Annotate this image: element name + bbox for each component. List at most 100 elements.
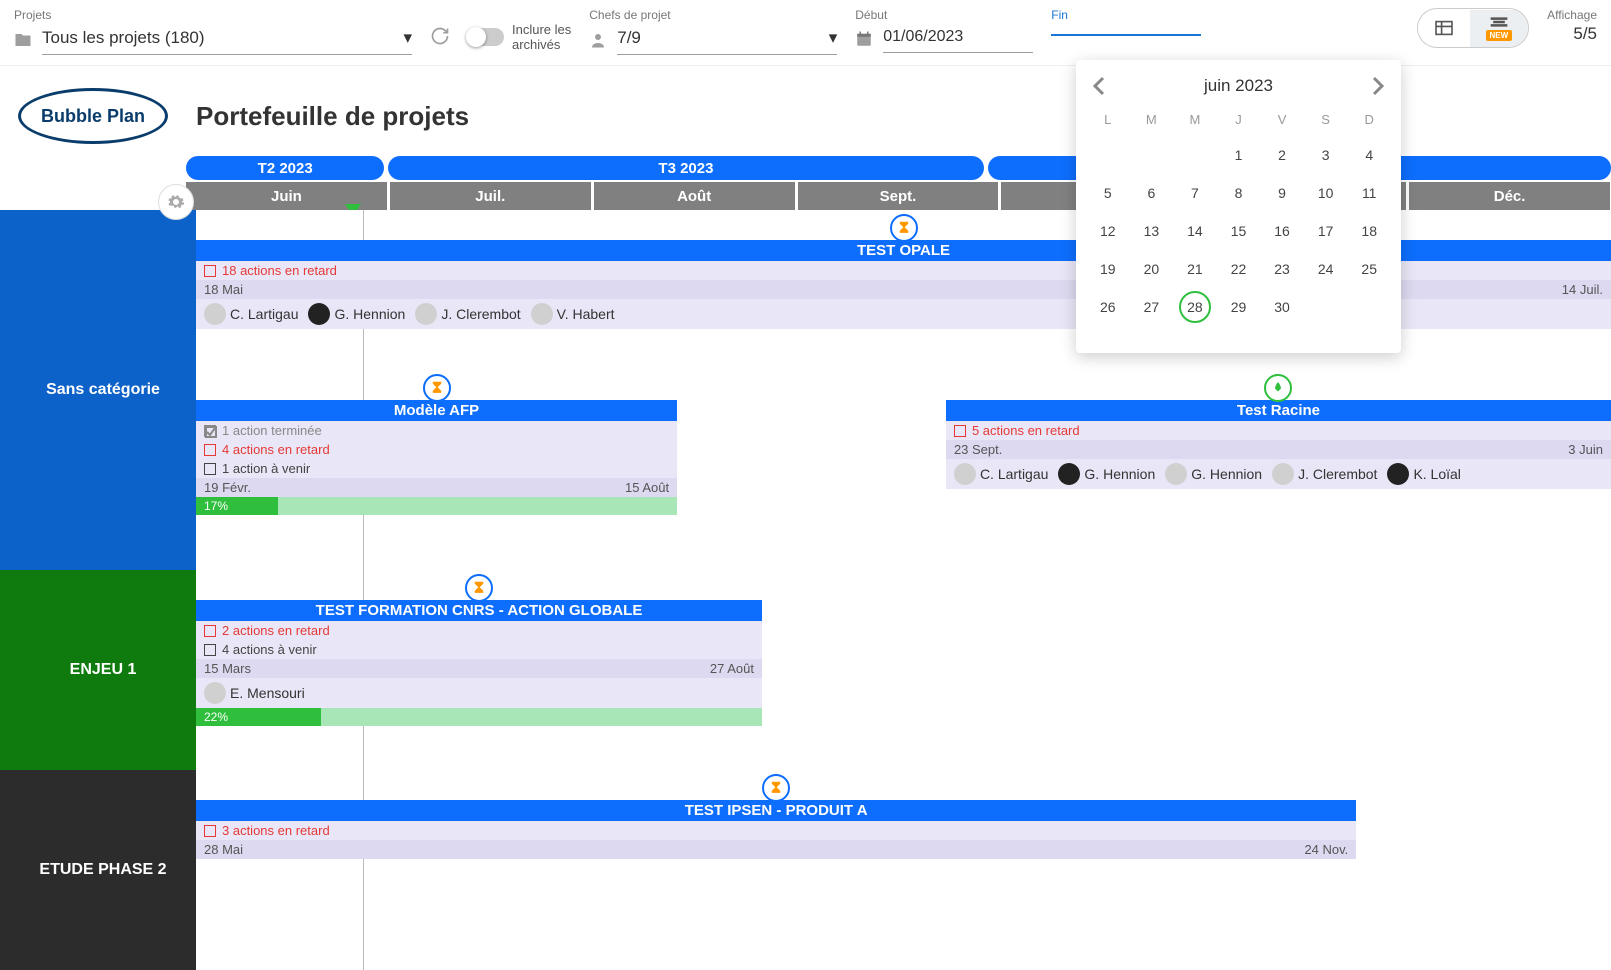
projects-select-value: Tous les projets (180)	[42, 28, 205, 48]
progress-bar: 22%	[196, 708, 762, 726]
project-status-line: 1 action terminée	[196, 421, 677, 440]
dp-day[interactable]: 2	[1260, 139, 1304, 171]
dp-day[interactable]: 8	[1217, 177, 1261, 209]
projects-filter-label: Projets	[14, 8, 412, 22]
dp-day[interactable]: 25	[1347, 253, 1391, 285]
dp-day[interactable]: 21	[1173, 253, 1217, 285]
folder-icon	[14, 31, 32, 49]
user-icon	[589, 31, 607, 49]
project-status-line: 4 actions à venir	[196, 640, 762, 659]
dp-dow: V	[1260, 106, 1304, 133]
end-date-input[interactable]	[1051, 24, 1201, 36]
project-dates: 15 Mars27 Août	[196, 659, 762, 678]
pm-filter: Chefs de projet 7/9 ▾	[589, 8, 837, 55]
view-toggle: NEW	[1417, 8, 1530, 48]
dp-dow: M	[1130, 106, 1174, 133]
rocket-icon	[1264, 374, 1292, 402]
project-bar[interactable]: TEST FORMATION CNRS - ACTION GLOBALE2 ac…	[196, 600, 762, 726]
dp-day[interactable]: 27	[1130, 291, 1174, 323]
start-date-input[interactable]: 01/06/2023	[883, 24, 1033, 53]
dp-day[interactable]: 19	[1086, 253, 1130, 285]
project-title: Modèle AFP	[196, 400, 677, 421]
datepicker: juin 2023 LMMJVSD12345678910111213141516…	[1076, 60, 1401, 353]
pm-filter-label: Chefs de projet	[589, 8, 837, 22]
avatar	[204, 682, 226, 704]
avatar	[1387, 463, 1409, 485]
project-bar[interactable]: Test Racine5 actions en retard23 Sept.3 …	[946, 400, 1611, 489]
start-date-filter: Début 01/06/2023	[855, 8, 1033, 53]
project-title: TEST IPSEN - PRODUIT A	[196, 800, 1356, 821]
dp-day[interactable]: 16	[1260, 215, 1304, 247]
timeline-view-button[interactable]: NEW	[1470, 10, 1529, 47]
dp-day[interactable]: 3	[1304, 139, 1348, 171]
project-status-line: 5 actions en retard	[946, 421, 1611, 440]
dp-day[interactable]: 10	[1304, 177, 1348, 209]
filter-bar: Projets Tous les projets (180) ▾ Inclure…	[0, 0, 1611, 66]
dp-day[interactable]: 17	[1304, 215, 1348, 247]
project-people: E. Mensouri	[196, 678, 762, 708]
person-name: E. Mensouri	[230, 685, 305, 701]
project-status-line: 1 action à venir	[196, 459, 677, 478]
start-date-label: Début	[855, 8, 1033, 22]
end-date-filter: Fin	[1051, 8, 1201, 36]
dp-prev-button[interactable]	[1092, 76, 1106, 96]
include-archived-toggle[interactable]: Inclure les archivés	[468, 8, 571, 52]
dp-day[interactable]: 11	[1347, 177, 1391, 209]
hourglass-icon	[762, 774, 790, 802]
quarter-header: T3 2023	[388, 156, 983, 180]
dp-day[interactable]: 20	[1130, 253, 1174, 285]
person-name: J. Clerembot	[1298, 466, 1377, 482]
person-name: G. Hennion	[1191, 466, 1262, 482]
dp-day[interactable]: 5	[1086, 177, 1130, 209]
dp-day[interactable]: 14	[1173, 215, 1217, 247]
avatar	[531, 303, 553, 325]
refresh-button[interactable]	[430, 8, 450, 46]
page-title: Portefeuille de projets	[196, 101, 469, 132]
category-label[interactable]: ENJEU 1	[10, 570, 196, 770]
dp-day[interactable]: 13	[1130, 215, 1174, 247]
category-label[interactable]: Sans catégorie	[10, 210, 196, 570]
hourglass-icon	[423, 374, 451, 402]
avatar	[1058, 463, 1080, 485]
dp-day[interactable]: 15	[1217, 215, 1261, 247]
avatar	[308, 303, 330, 325]
category-label[interactable]: ETUDE PHASE 2	[10, 770, 196, 970]
category-row: ETUDE PHASE 2TEST IPSEN - PRODUIT A3 act…	[0, 770, 1611, 970]
person-name: C. Lartigau	[980, 466, 1048, 482]
dp-day[interactable]: 29	[1217, 291, 1261, 323]
dp-day[interactable]: 18	[1347, 215, 1391, 247]
grid-view-button[interactable]	[1418, 14, 1470, 42]
dp-day[interactable]: 22	[1217, 253, 1261, 285]
progress-bar: 17%	[196, 497, 677, 515]
dp-next-button[interactable]	[1371, 76, 1385, 96]
dp-dow: S	[1304, 106, 1348, 133]
projects-filter: Projets Tous les projets (180) ▾	[14, 8, 412, 55]
project-status-line: 4 actions en retard	[196, 440, 677, 459]
avatar	[415, 303, 437, 325]
calendar-icon	[855, 30, 873, 48]
dp-day[interactable]: 28	[1179, 291, 1211, 323]
dp-day[interactable]: 4	[1347, 139, 1391, 171]
project-status-line: 3 actions en retard	[196, 821, 1356, 840]
avatar	[1272, 463, 1294, 485]
projects-select[interactable]: Tous les projets (180) ▾	[42, 24, 412, 55]
dp-day[interactable]: 6	[1130, 177, 1174, 209]
dp-day[interactable]: 1	[1217, 139, 1261, 171]
project-bar[interactable]: Modèle AFP1 action terminée4 actions en …	[196, 400, 677, 515]
display-value: 5/5	[1547, 24, 1597, 44]
pm-select[interactable]: 7/9 ▾	[617, 24, 837, 55]
project-bar[interactable]: TEST IPSEN - PRODUIT A3 actions en retar…	[196, 800, 1356, 859]
dp-day[interactable]: 12	[1086, 215, 1130, 247]
display-count: Affichage 5/5	[1547, 8, 1597, 44]
project-title: Test Racine	[946, 400, 1611, 421]
project-dates: 28 Mai24 Nov.	[196, 840, 1356, 859]
dp-day[interactable]: 9	[1260, 177, 1304, 209]
settings-button[interactable]	[158, 184, 194, 220]
dp-day[interactable]: 26	[1086, 291, 1130, 323]
hourglass-icon	[465, 574, 493, 602]
dp-day[interactable]: 7	[1173, 177, 1217, 209]
dp-day[interactable]: 24	[1304, 253, 1348, 285]
month-header: Sept.	[798, 182, 1000, 210]
dp-day[interactable]: 30	[1260, 291, 1304, 323]
dp-day[interactable]: 23	[1260, 253, 1304, 285]
